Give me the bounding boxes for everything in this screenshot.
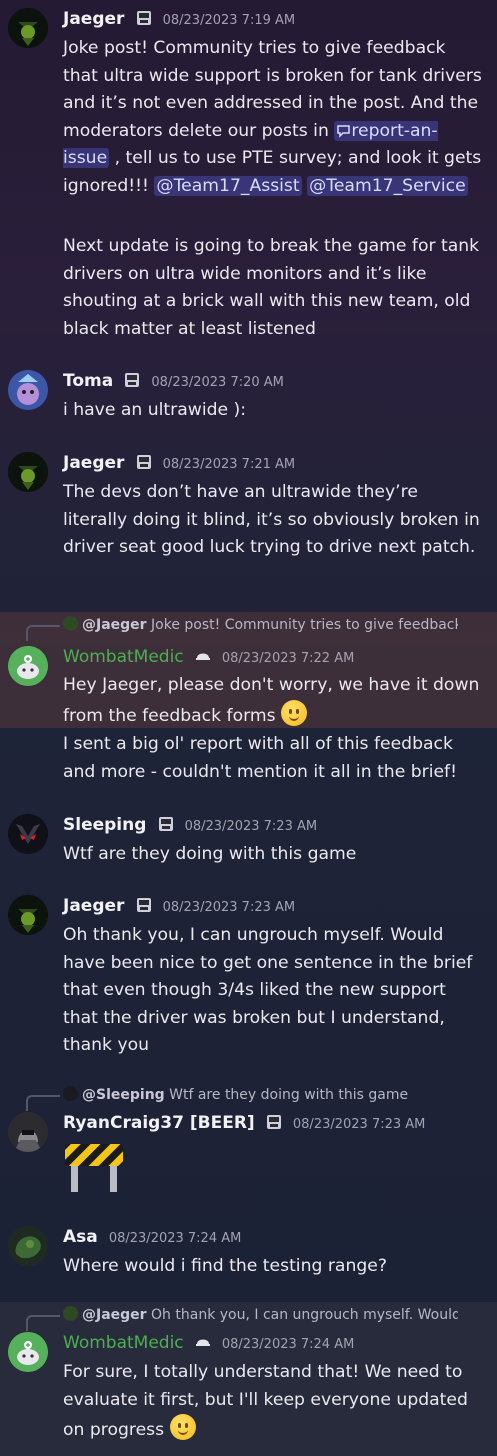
- avatar[interactable]: [8, 1332, 48, 1372]
- message: Jaeger 08/23/2023 7:23 AM Oh thank you, …: [0, 887, 497, 1062]
- avatar[interactable]: [8, 370, 48, 410]
- reply-connector: [26, 625, 60, 641]
- avatar[interactable]: [8, 1112, 48, 1152]
- construction-barrier-emoji[interactable]: [63, 1142, 125, 1194]
- reply-avatar: [63, 616, 78, 631]
- user-mention[interactable]: @Team17_Service: [307, 175, 468, 196]
- username[interactable]: Asa: [63, 1227, 98, 1247]
- message: Asa 08/23/2023 7:24 AM Where would i fin…: [0, 1218, 497, 1288]
- game-tag-icon: [125, 373, 140, 387]
- game-tag-icon: [158, 817, 173, 831]
- message: Sleeping 08/23/2023 7:23 AM Wtf are they…: [0, 806, 497, 876]
- timestamp: 08/23/2023 7:23 AM: [292, 1117, 426, 1132]
- avatar[interactable]: [8, 895, 48, 935]
- reply-connector: [26, 1095, 60, 1111]
- message-text: Joke post! Community tries to give feedb…: [63, 38, 482, 196]
- username[interactable]: Jaeger: [63, 896, 124, 916]
- message: Jaeger 08/23/2023 7:19 AM Joke post! Com…: [0, 0, 497, 350]
- avatar[interactable]: [8, 452, 48, 492]
- reply-preview[interactable]: @Sleeping Wtf are they doing with this g…: [63, 1086, 458, 1103]
- timestamp: 08/23/2023 7:24 AM: [108, 1231, 242, 1246]
- username[interactable]: Jaeger: [63, 453, 124, 473]
- message-text: I sent a big ol' report with all of this…: [63, 734, 458, 782]
- message-text: For sure, I totally understand that! We …: [63, 1362, 468, 1440]
- timestamp: 08/23/2023 7:23 AM: [184, 819, 318, 834]
- helmet-tag-icon: [195, 1339, 210, 1346]
- timestamp: 08/23/2023 7:22 AM: [221, 651, 355, 666]
- username[interactable]: Sleeping: [63, 815, 146, 835]
- message: Jaeger 08/23/2023 7:21 AM The devs don’t…: [0, 444, 497, 594]
- timestamp: 08/23/2023 7:21 AM: [162, 457, 296, 472]
- message: Toma 08/23/2023 7:20 AM i have an ultraw…: [0, 362, 497, 432]
- reply-connector: [26, 1315, 60, 1331]
- avatar[interactable]: [8, 814, 48, 854]
- reply-avatar: [63, 1086, 78, 1101]
- helmet-tag-icon: [195, 653, 210, 660]
- reply-preview[interactable]: @Jaeger Joke post! Community tries to gi…: [63, 616, 458, 633]
- message-text: Where would i find the testing range?: [63, 1256, 387, 1276]
- message-continuation: I sent a big ol' report with all of this…: [0, 728, 497, 788]
- message: @Sleeping Wtf are they doing with this g…: [0, 1082, 497, 1202]
- username[interactable]: RyanCraig37 [BEER]: [63, 1113, 255, 1133]
- username[interactable]: Toma: [63, 371, 113, 391]
- slight-smile-emoji[interactable]: [281, 699, 308, 726]
- message-text: i have an ultrawide ):: [63, 400, 247, 420]
- game-tag-icon: [266, 1115, 281, 1129]
- user-mention[interactable]: @Team17_Assist: [154, 175, 302, 196]
- reply-preview[interactable]: @Jaeger Oh thank you, I can ungrouch mys…: [63, 1306, 458, 1323]
- avatar[interactable]: [8, 8, 48, 48]
- game-tag-icon: [136, 898, 151, 912]
- reply-avatar: [63, 1306, 78, 1321]
- slight-smile-emoji[interactable]: [169, 1414, 196, 1440]
- timestamp: 08/23/2023 7:23 AM: [162, 900, 296, 915]
- thread-icon: [337, 124, 351, 138]
- message-text: Hey Jaeger, please don't worry, we have …: [63, 675, 480, 726]
- avatar[interactable]: [8, 646, 48, 686]
- timestamp: 08/23/2023 7:19 AM: [162, 13, 296, 28]
- message: @Jaeger Oh thank you, I can ungrouch mys…: [0, 1302, 497, 1456]
- message-text: Oh thank you, I can ungrouch myself. Wou…: [63, 925, 473, 1055]
- avatar[interactable]: [8, 1226, 48, 1266]
- username[interactable]: WombatMedic: [63, 647, 184, 667]
- message-text: Wtf are they doing with this game: [63, 844, 357, 864]
- timestamp: 08/23/2023 7:24 AM: [221, 1337, 355, 1352]
- username[interactable]: Jaeger: [63, 9, 124, 29]
- game-tag-icon: [136, 11, 151, 25]
- timestamp: 08/23/2023 7:20 AM: [151, 375, 284, 390]
- username[interactable]: WombatMedic: [63, 1333, 184, 1353]
- game-tag-icon: [136, 455, 151, 469]
- message-text: Next update is going to break the game f…: [63, 236, 480, 339]
- message-text: The devs don’t have an ultrawide they’re…: [63, 482, 480, 557]
- message: @Jaeger Joke post! Community tries to gi…: [0, 612, 497, 728]
